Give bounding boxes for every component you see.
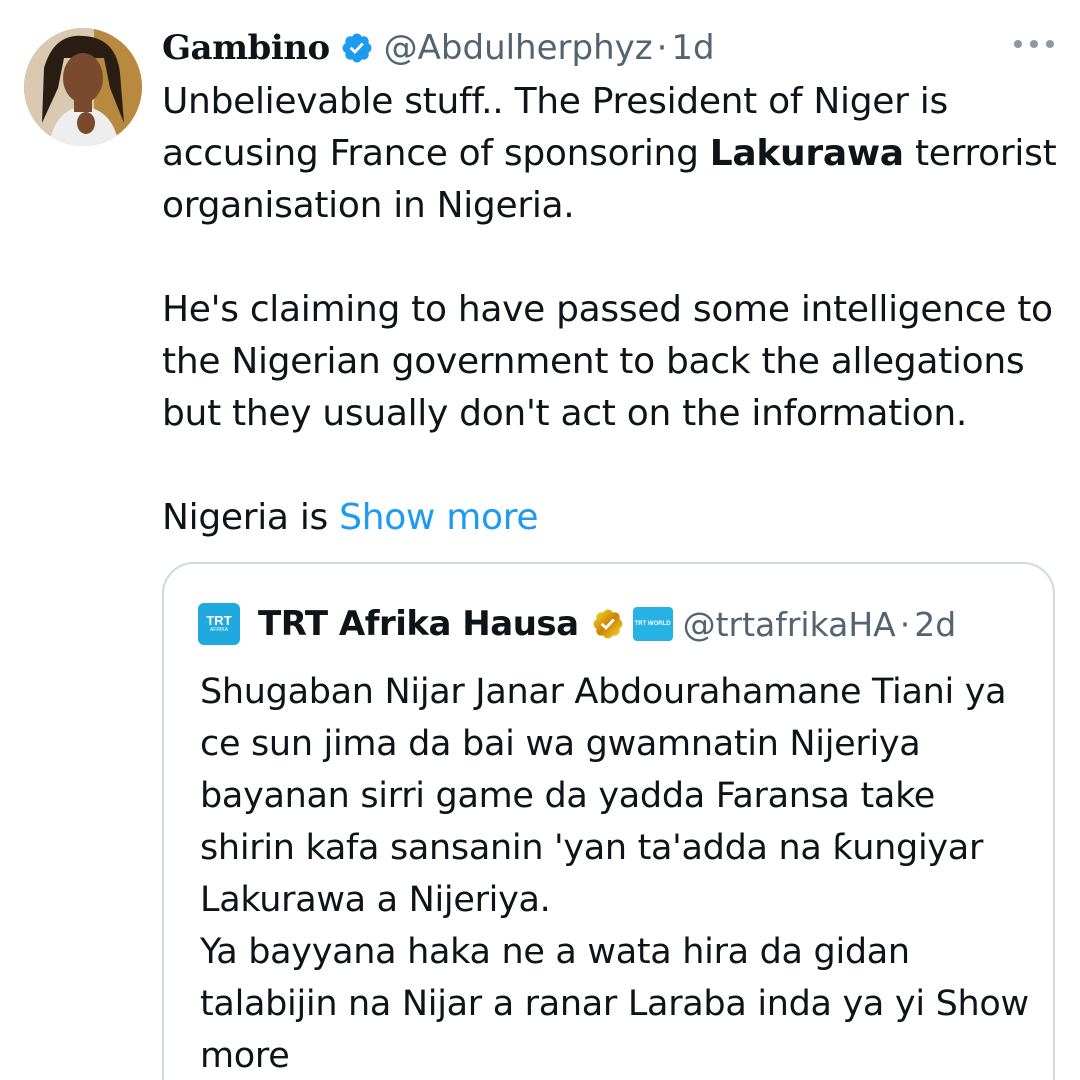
quoted-avatar-subtext: AFRIKA [209,627,229,633]
quoted-paragraph-2: Ya bayyana haka ne a wata hira da gidan … [200,926,1030,1080]
separator-dot: · [656,28,668,68]
quoted-tweet-card[interactable]: TRT AFRIKA TRT Afrika Hausa TRT WORLD @t… [162,562,1055,1080]
quoted-tweet-header: TRT AFRIKA TRT Afrika Hausa TRT WORLD @t… [198,600,956,648]
author-display-name[interactable]: Gambino [162,28,330,68]
tweet-header: Gambino @Abdulherphyz · 1d [162,24,715,72]
tweet-paragraph-1: Unbelievable stuff.. The President of Ni… [162,76,1062,232]
quoted-avatar-text: TRT [206,613,232,628]
quoted-author-handle[interactable]: @trtafrikaHA [683,605,896,644]
quoted-author-display-name[interactable]: TRT Afrika Hausa [258,604,579,644]
tweet-paragraph-3: Nigeria is Show more [162,492,1062,544]
separator-dot: · [899,604,911,644]
avatar-photo [24,28,142,146]
affiliate-org-badge-icon[interactable]: TRT WORLD [632,607,673,641]
quoted-author-avatar[interactable]: TRT AFRIKA [198,603,240,645]
tweet-timestamp[interactable]: 1d [671,28,714,68]
quoted-text-part: Ya bayyana haka ne a wata hira da gidan … [200,932,936,1024]
author-avatar[interactable] [24,28,142,146]
tweet-paragraph-2: He's claiming to have passed some intell… [162,289,1053,434]
tweet-bold-text: Lakurawa [709,133,904,174]
tweet-text-part: Nigeria is [162,497,340,538]
gold-verified-badge-icon [591,607,625,641]
quoted-tweet-body: Shugaban Nijar Janar Abdourahamane Tiani… [200,666,1030,1080]
author-handle[interactable]: @Abdulherphyz [384,28,653,68]
tweet-body: Unbelievable stuff.. The President of Ni… [162,76,1062,544]
quoted-paragraph-1: Shugaban Nijar Janar Abdourahamane Tiani… [200,672,1007,920]
more-dots-icon[interactable] [1014,34,1054,54]
quoted-tweet-timestamp[interactable]: 2d [914,605,956,644]
show-more-link[interactable]: Show more [339,497,538,538]
verified-badge-icon [340,31,374,65]
